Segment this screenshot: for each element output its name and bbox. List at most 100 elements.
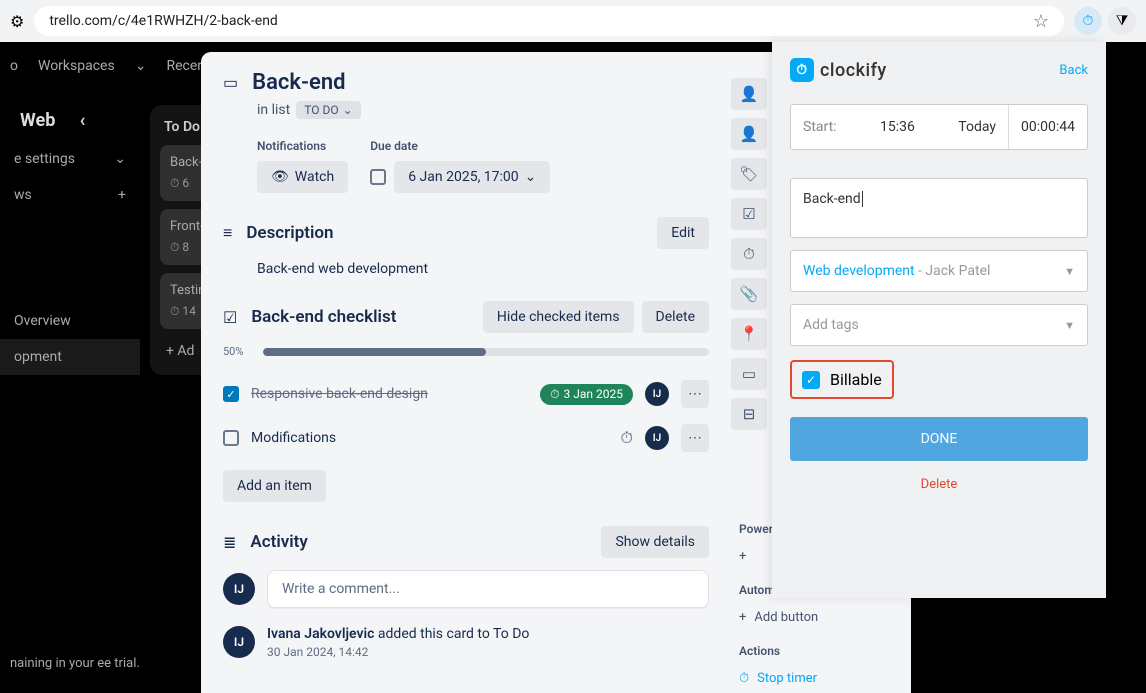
- chevron-down-icon: ▼: [1064, 319, 1075, 332]
- progress-bar: [263, 348, 709, 356]
- chevron-down-icon: ⌄: [135, 58, 147, 74]
- extensions-icon[interactable]: ⧩: [1108, 7, 1136, 35]
- collapse-icon[interactable]: ‹: [55, 110, 85, 131]
- elapsed-time: 00:00:44: [1008, 105, 1087, 149]
- bookmark-star-icon[interactable]: ☆: [1033, 11, 1049, 32]
- tags-select[interactable]: Add tags ▼: [790, 304, 1088, 346]
- notifications-label: Notifications: [257, 139, 348, 153]
- show-details-button[interactable]: Show details: [601, 526, 709, 558]
- list-badge[interactable]: TO DO ⌄: [296, 101, 360, 119]
- edit-description-button[interactable]: Edit: [657, 217, 709, 249]
- avatar[interactable]: IJ: [223, 573, 255, 605]
- chevron-down-icon: ⌄: [525, 169, 537, 185]
- billable-label: Billable: [830, 370, 882, 389]
- stop-timer-button[interactable]: ⏱Stop timer: [739, 666, 899, 691]
- start-time[interactable]: 15:36: [849, 119, 947, 135]
- sidebar-item-opment[interactable]: opment: [14, 349, 62, 365]
- today-label[interactable]: Today: [946, 119, 1008, 135]
- attachment-button[interactable]: 📎: [731, 278, 767, 310]
- dates-button[interactable]: ⏱: [731, 238, 767, 270]
- checklist-icon: ☑: [223, 308, 237, 327]
- eye-icon: 👁: [271, 169, 289, 185]
- location-button[interactable]: 📍: [731, 318, 767, 350]
- checklist-item-text: Modifications: [251, 430, 609, 446]
- trial-notice: naining in your ee trial.: [0, 645, 150, 683]
- clock-icon[interactable]: ⏱: [621, 428, 633, 448]
- cover-button[interactable]: ▭: [731, 358, 767, 390]
- delete-checklist-button[interactable]: Delete: [642, 301, 709, 333]
- start-label: Start:: [791, 119, 849, 135]
- in-list-label: in list: [257, 102, 290, 118]
- nav-workspaces[interactable]: Workspaces: [38, 58, 115, 74]
- done-button[interactable]: DONE: [790, 417, 1088, 461]
- hide-checked-button[interactable]: Hide checked items: [483, 301, 634, 333]
- checklist-item-date[interactable]: ⏱3 Jan 2025: [540, 384, 633, 405]
- clockify-extension-icon[interactable]: ⏱: [1074, 7, 1102, 35]
- chevron-down-icon: ⌄: [114, 151, 126, 167]
- checklist-title[interactable]: Back-end checklist: [251, 307, 469, 327]
- clock-icon: ⏱: [550, 387, 559, 402]
- description-input[interactable]: Back-end: [790, 178, 1088, 238]
- card-icon: ▭: [223, 73, 238, 92]
- clockify-panel: ⏱ clockify Back Start: 15:36 Today 00:00…: [772, 42, 1106, 598]
- cover-icon: ▭: [742, 365, 756, 383]
- description-text[interactable]: Back-end web development: [257, 261, 709, 277]
- join-button[interactable]: 👤: [731, 78, 767, 110]
- actions-heading: Actions: [739, 644, 899, 658]
- activity-entry: Ivana Jakovljevic added this card to To …: [267, 626, 529, 642]
- clock-icon: ⏱: [743, 245, 755, 263]
- user-plus-icon: 👤: [740, 85, 759, 103]
- avatar[interactable]: IJ: [645, 426, 669, 450]
- sidebar-item-overview[interactable]: Overview: [14, 313, 71, 329]
- add-checklist-item-button[interactable]: Add an item: [223, 470, 326, 502]
- activity-icon: ≣: [223, 533, 236, 552]
- url-text: trello.com/c/4e1RWHZH/2-back-end: [49, 13, 277, 29]
- description-heading: Description: [246, 223, 643, 243]
- checklist-item[interactable]: Modifications ⏱ IJ ⋯: [223, 416, 709, 460]
- checkbox-checked[interactable]: ✓: [223, 386, 239, 402]
- logo-icon[interactable]: o: [10, 58, 18, 74]
- add-card[interactable]: Ad: [177, 343, 194, 359]
- checklist-button[interactable]: ☑: [731, 198, 767, 230]
- user-icon: 👤: [740, 125, 759, 143]
- activity-heading: Activity: [250, 532, 587, 552]
- watch-button[interactable]: 👁Watch: [257, 161, 348, 193]
- due-date-button[interactable]: 6 Jan 2025, 17:00 ⌄: [394, 161, 550, 193]
- delete-link[interactable]: Delete: [790, 477, 1088, 492]
- site-settings-icon[interactable]: ⚙: [10, 12, 24, 31]
- more-icon[interactable]: ⋯: [681, 424, 709, 452]
- custom-fields-button[interactable]: ⊟: [731, 398, 767, 430]
- comment-input[interactable]: Write a comment...: [267, 570, 709, 608]
- clockify-logo: ⏱ clockify: [790, 58, 887, 82]
- plus-icon: +: [739, 610, 746, 625]
- plus-icon: +: [739, 549, 746, 564]
- avatar[interactable]: IJ: [645, 382, 669, 406]
- sidebar-item-ws[interactable]: ws: [14, 187, 32, 203]
- plus-icon[interactable]: +: [118, 187, 126, 203]
- chevron-down-icon: ▼: [1064, 265, 1075, 278]
- clockify-logo-icon: ⏱: [790, 58, 814, 82]
- project-select[interactable]: Web development - Jack Patel ▼: [790, 250, 1088, 292]
- extension-icons: ⏱ ⧩: [1074, 7, 1136, 35]
- avatar[interactable]: IJ: [223, 626, 255, 658]
- labels-button[interactable]: 🏷: [731, 158, 767, 190]
- location-icon: 📍: [740, 325, 759, 343]
- url-bar[interactable]: trello.com/c/4e1RWHZH/2-back-end ☆: [34, 6, 1064, 36]
- browser-chrome: ⚙ trello.com/c/4e1RWHZH/2-back-end ☆ ⏱ ⧩: [0, 0, 1146, 42]
- board-title[interactable]: Web: [20, 110, 55, 131]
- billable-toggle-highlighted[interactable]: ✓ Billable: [790, 360, 894, 399]
- checklist-item[interactable]: ✓ Responsive back-end design ⏱3 Jan 2025…: [223, 372, 709, 416]
- members-button[interactable]: 👤: [731, 118, 767, 150]
- sidebar-item-settings[interactable]: e settings: [14, 151, 75, 167]
- clockify-icon: ⏱: [739, 671, 749, 686]
- more-icon[interactable]: ⋯: [681, 380, 709, 408]
- back-link[interactable]: Back: [1059, 63, 1088, 78]
- activity-timestamp: 30 Jan 2024, 14:42: [267, 645, 529, 659]
- card-title[interactable]: Back-end: [252, 70, 345, 95]
- due-date-label: Due date: [370, 139, 550, 153]
- due-checkbox[interactable]: [370, 169, 386, 185]
- checkbox-unchecked[interactable]: [223, 430, 239, 446]
- billable-checkbox[interactable]: ✓: [802, 371, 820, 389]
- add-button-button[interactable]: +Add button: [739, 605, 899, 630]
- timer-row: Start: 15:36 Today 00:00:44: [790, 104, 1088, 150]
